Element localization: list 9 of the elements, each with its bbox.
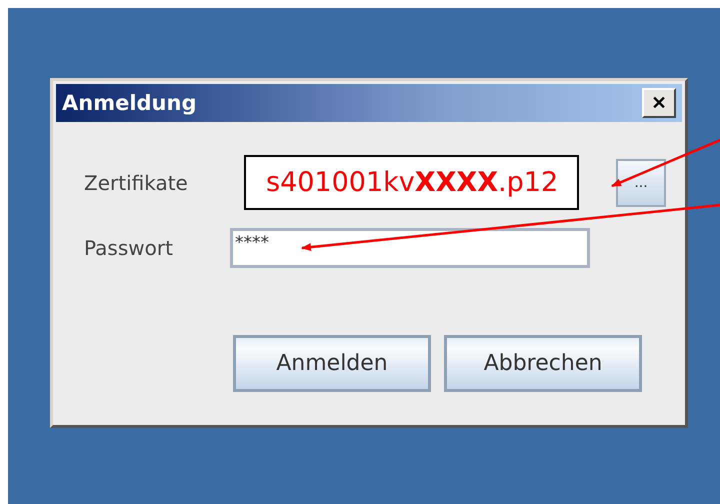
field-label: Zertifikate bbox=[84, 170, 189, 194]
browse-button[interactable]: ... bbox=[616, 158, 666, 206]
cancel-button[interactable]: Abbrechen bbox=[444, 335, 642, 392]
close-button[interactable]: ✕ bbox=[642, 88, 676, 118]
login-button[interactable]: Anmelden bbox=[233, 335, 431, 392]
field-label: Passwort bbox=[84, 236, 174, 260]
password-field[interactable]: **** bbox=[230, 228, 590, 268]
certificate-field[interactable]: s401001kvXXXX.p12 bbox=[244, 155, 579, 210]
window-title: Anmeldung bbox=[62, 91, 196, 115]
